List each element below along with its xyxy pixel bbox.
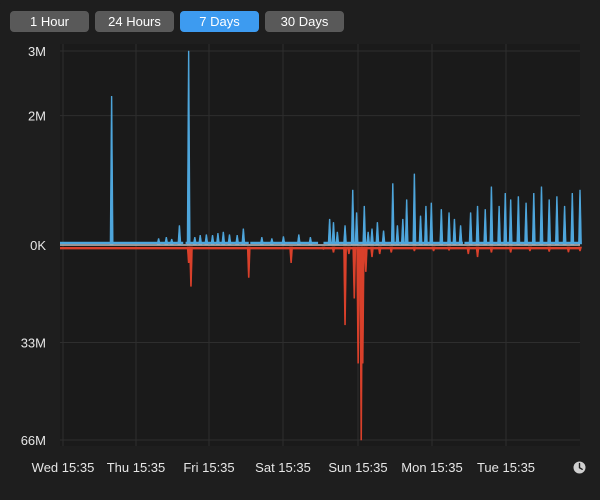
y-tick-label-upper-2: 0K: [30, 238, 46, 253]
x-tick-label-0: Wed 15:35: [32, 460, 95, 475]
network-history-window: 3M 2M 0K 33M 66M Wed 15:35 Thu 15:35 Fri 15:35 S…: [0, 0, 600, 500]
x-tick-label-5: Mon 15:35: [401, 460, 462, 475]
series-1-baseline-band-0: [60, 247, 580, 250]
range-7-days-button[interactable]: 7 Days: [180, 11, 259, 32]
x-tick-label-2: Fri 15:35: [183, 460, 234, 475]
range-24-hours-button[interactable]: 24 Hours: [95, 11, 174, 32]
time-range-toolbar: 1 Hour 24 Hours 7 Days 30 Days: [10, 11, 344, 32]
network-activity-chart: 3M 2M 0K 33M 66M Wed 15:35 Thu 15:35 Fri 15:35 S…: [21, 44, 582, 475]
y-tick-label-upper-0: 3M: [28, 44, 46, 59]
x-tick-label-3: Sat 15:35: [255, 460, 311, 475]
x-tick-label-1: Thu 15:35: [107, 460, 166, 475]
y-tick-label-upper-1: 2M: [28, 109, 46, 124]
range-30-days-button[interactable]: 30 Days: [265, 11, 344, 32]
range-1-hour-button[interactable]: 1 Hour: [10, 11, 89, 32]
y-tick-label-lower-1: 66M: [21, 433, 46, 448]
x-tick-label-6: Tue 15:35: [477, 460, 535, 475]
y-tick-label-lower-0: 33M: [21, 336, 46, 351]
x-tick-label-4: Sun 15:35: [328, 460, 387, 475]
series-0-baseline-band-4: [464, 241, 580, 244]
clock-icon[interactable]: [573, 461, 586, 474]
